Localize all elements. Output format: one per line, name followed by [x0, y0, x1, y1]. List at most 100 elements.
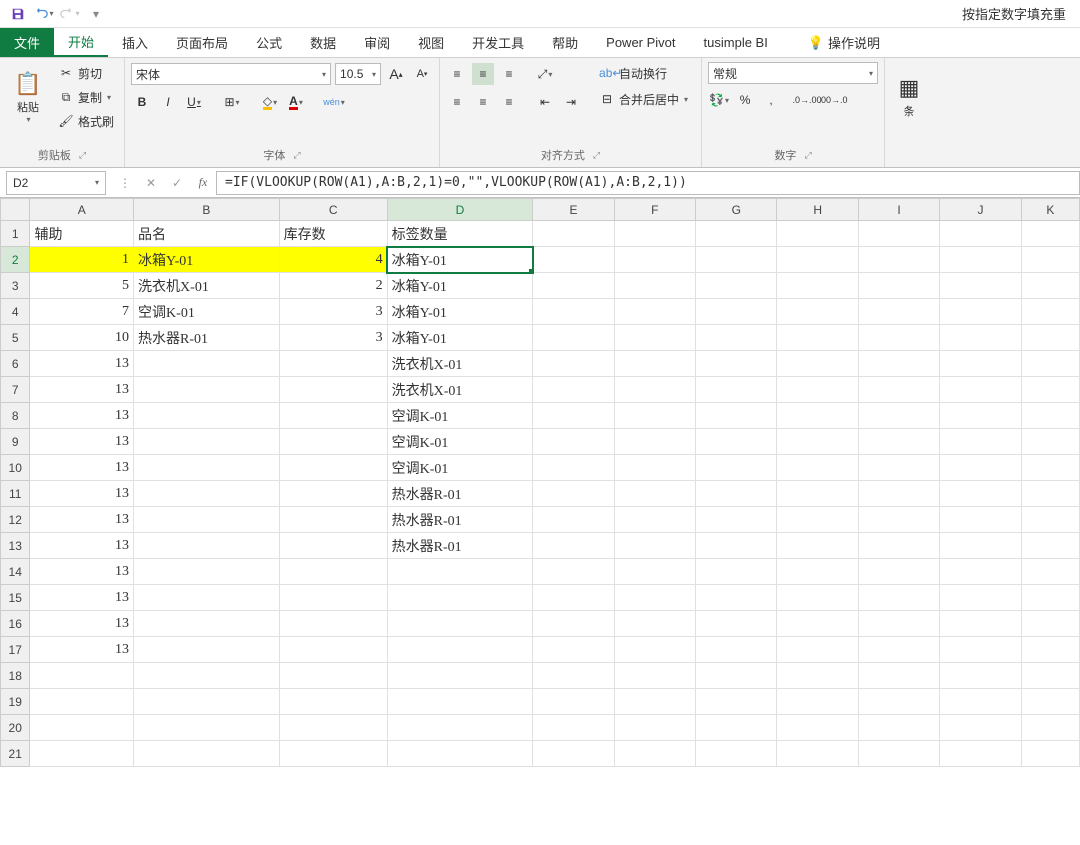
cell-I19[interactable]: [858, 689, 939, 715]
cell-F18[interactable]: [614, 663, 695, 689]
cell-B15[interactable]: [134, 585, 280, 611]
cell-J3[interactable]: [940, 273, 1021, 299]
cell-I11[interactable]: [858, 481, 939, 507]
cell-I20[interactable]: [858, 715, 939, 741]
cell-C2[interactable]: 4: [279, 247, 387, 273]
row-header-10[interactable]: 10: [1, 455, 30, 481]
cell-D8[interactable]: 空调K-01: [387, 403, 533, 429]
cell-K20[interactable]: [1021, 715, 1079, 741]
col-header-I[interactable]: I: [858, 199, 939, 221]
align-launcher[interactable]: ⤢: [593, 150, 600, 161]
cell-J2[interactable]: [940, 247, 1021, 273]
cell-B11[interactable]: [134, 481, 280, 507]
row-header-5[interactable]: 5: [1, 325, 30, 351]
cell-G21[interactable]: [696, 741, 777, 767]
cell-A5[interactable]: 10: [30, 325, 134, 351]
row-header-3[interactable]: 3: [1, 273, 30, 299]
select-all-corner[interactable]: [1, 199, 30, 221]
col-header-D[interactable]: D: [387, 199, 533, 221]
cell-H1[interactable]: [777, 221, 858, 247]
cell-K19[interactable]: [1021, 689, 1079, 715]
cell-H19[interactable]: [777, 689, 858, 715]
cell-G5[interactable]: [696, 325, 777, 351]
cut-button[interactable]: ✂剪切: [54, 62, 118, 84]
cell-A7[interactable]: 13: [30, 377, 134, 403]
cell-D16[interactable]: [387, 611, 533, 637]
cell-D18[interactable]: [387, 663, 533, 689]
cell-K16[interactable]: [1021, 611, 1079, 637]
col-header-C[interactable]: C: [279, 199, 387, 221]
cell-E20[interactable]: [533, 715, 614, 741]
cell-F5[interactable]: [614, 325, 695, 351]
cell-H7[interactable]: [777, 377, 858, 403]
cell-I2[interactable]: [858, 247, 939, 273]
cell-I14[interactable]: [858, 559, 939, 585]
cell-B3[interactable]: 洗衣机X-01: [134, 273, 280, 299]
cell-G16[interactable]: [696, 611, 777, 637]
cell-I15[interactable]: [858, 585, 939, 611]
align-center-button[interactable]: ≡: [472, 91, 494, 113]
cell-J11[interactable]: [940, 481, 1021, 507]
cell-D12[interactable]: 热水器R-01: [387, 507, 533, 533]
row-header-12[interactable]: 12: [1, 507, 30, 533]
cell-E17[interactable]: [533, 637, 614, 663]
cell-A3[interactable]: 5: [30, 273, 134, 299]
cell-C21[interactable]: [279, 741, 387, 767]
cell-A19[interactable]: [30, 689, 134, 715]
row-header-8[interactable]: 8: [1, 403, 30, 429]
cell-C3[interactable]: 2: [279, 273, 387, 299]
cell-K14[interactable]: [1021, 559, 1079, 585]
cell-A12[interactable]: 13: [30, 507, 134, 533]
col-header-E[interactable]: E: [533, 199, 614, 221]
cell-J13[interactable]: [940, 533, 1021, 559]
cell-H21[interactable]: [777, 741, 858, 767]
cell-A17[interactable]: 13: [30, 637, 134, 663]
cell-G12[interactable]: [696, 507, 777, 533]
cell-A20[interactable]: [30, 715, 134, 741]
save-button[interactable]: [6, 2, 30, 26]
col-header-J[interactable]: J: [940, 199, 1021, 221]
cell-C14[interactable]: [279, 559, 387, 585]
cell-C15[interactable]: [279, 585, 387, 611]
cell-E14[interactable]: [533, 559, 614, 585]
wrap-text-button[interactable]: ab↵自动换行: [592, 62, 695, 84]
row-header-17[interactable]: 17: [1, 637, 30, 663]
cell-I3[interactable]: [858, 273, 939, 299]
cell-K7[interactable]: [1021, 377, 1079, 403]
cell-I8[interactable]: [858, 403, 939, 429]
number-format-select[interactable]: 常规▾: [708, 62, 878, 84]
cell-D11[interactable]: 热水器R-01: [387, 481, 533, 507]
cell-F7[interactable]: [614, 377, 695, 403]
align-top-button[interactable]: ≡: [446, 63, 468, 85]
cell-K2[interactable]: [1021, 247, 1079, 273]
tab-formulas[interactable]: 公式: [242, 28, 296, 57]
cell-F16[interactable]: [614, 611, 695, 637]
cell-H13[interactable]: [777, 533, 858, 559]
clipboard-launcher[interactable]: ⤢: [79, 150, 86, 161]
bold-button[interactable]: B: [131, 91, 153, 113]
col-header-F[interactable]: F: [614, 199, 695, 221]
align-middle-button[interactable]: ≡: [472, 63, 494, 85]
cell-A4[interactable]: 7: [30, 299, 134, 325]
cell-B9[interactable]: [134, 429, 280, 455]
cell-K12[interactable]: [1021, 507, 1079, 533]
cell-C19[interactable]: [279, 689, 387, 715]
cell-F2[interactable]: [614, 247, 695, 273]
cell-F11[interactable]: [614, 481, 695, 507]
cell-H14[interactable]: [777, 559, 858, 585]
align-bottom-button[interactable]: ≡: [498, 63, 520, 85]
cell-A16[interactable]: 13: [30, 611, 134, 637]
cell-J7[interactable]: [940, 377, 1021, 403]
cell-F12[interactable]: [614, 507, 695, 533]
tab-power-pivot[interactable]: Power Pivot: [592, 28, 689, 57]
col-header-G[interactable]: G: [696, 199, 777, 221]
cell-F14[interactable]: [614, 559, 695, 585]
cell-D5[interactable]: 冰箱Y-01: [387, 325, 533, 351]
cell-C13[interactable]: [279, 533, 387, 559]
row-header-7[interactable]: 7: [1, 377, 30, 403]
name-box[interactable]: D2▾: [6, 171, 106, 195]
cancel-button[interactable]: ✕: [138, 171, 164, 195]
align-right-button[interactable]: ≡: [498, 91, 520, 113]
cell-J6[interactable]: [940, 351, 1021, 377]
cell-F1[interactable]: [614, 221, 695, 247]
